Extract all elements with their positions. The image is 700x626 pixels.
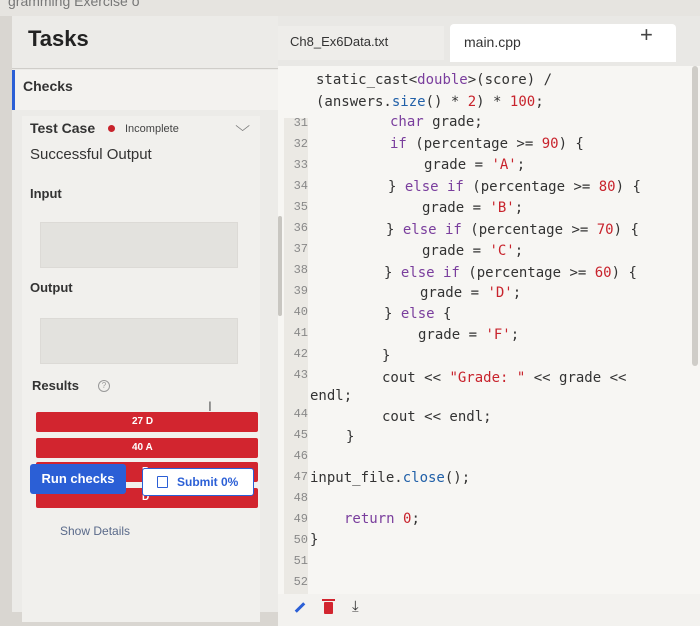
line-number: 33 [293,158,308,172]
results-label: Results [32,378,79,393]
run-checks-button[interactable]: Run checks [30,464,126,494]
line-number: 50 [293,533,308,547]
code-line: } else if (percentage >= 60) { [384,265,637,281]
line-number: 36 [293,221,308,235]
line-number: 40 [293,305,308,319]
line-number: 52 [293,575,308,589]
line-number: 38 [293,263,308,277]
checks-tab[interactable]: Checks [12,70,278,110]
code-line: } [346,429,355,445]
tasks-panel: Tasks Checks Test Case Incomplete ⌵ Succ… [12,16,278,622]
tab-data-file[interactable]: Ch8_Ex6Data.txt [278,26,444,60]
input-box [40,222,238,268]
line-number: 47 [293,470,308,484]
code-line: input_file.close(); [310,470,471,486]
document-icon [157,476,168,488]
result-text: 27 D [132,416,154,427]
code-line: cout << endl; [382,409,492,425]
code-panel: Ch8_Ex6Data.txt main.cpp + static_cast<d… [278,16,700,626]
line-number: 41 [293,326,308,340]
partial-title: gramming Exercise o [8,0,140,9]
line-number: 35 [293,200,308,214]
output-box [40,318,238,364]
line-number: 39 [293,284,308,298]
code-line: } else if (percentage >= 80) { [388,179,641,195]
code-line: grade = 'C'; [422,243,524,259]
code-line: } [382,348,391,364]
tab-label: main.cpp [464,34,521,50]
code-line: (answers.size() * 2) * 100; [316,94,544,110]
line-number: 34 [293,179,308,193]
result-bar: 40 A [36,438,258,458]
scrollbar[interactable] [692,66,698,366]
line-number: 46 [293,449,308,463]
line-number: 42 [293,347,308,361]
status-badge: Incomplete [125,123,179,135]
scrollbar[interactable] [278,216,282,316]
code-line: if (percentage >= 90) { [390,136,584,152]
submit-label: Submit 0% [177,475,239,489]
line-number: 48 [293,491,308,505]
result-text: 40 A [132,442,153,453]
line-number: 49 [293,512,308,526]
trash-icon[interactable] [322,599,335,614]
editor-toolbar: ⤓ [278,594,700,626]
code-line: grade = 'D'; [420,285,522,301]
code-line: grade = 'A'; [424,157,526,173]
status-dot-icon [108,125,115,132]
pencil-icon[interactable] [294,602,306,613]
output-label: Output [30,280,73,295]
code-line: } else if (percentage >= 70) { [386,222,639,238]
line-number: 51 [293,554,308,568]
code-line: return 0; [344,511,420,527]
tasks-title: Tasks [28,26,89,51]
submit-button[interactable]: Submit 0% [142,468,254,496]
code-line: grade = 'F'; [418,327,520,343]
test-case-subtitle: Successful Output [30,146,152,163]
checks-label: Checks [23,78,73,94]
line-number: 31 [293,116,308,130]
line-number: 43 [293,368,308,382]
test-case-card: Test Case Incomplete ⌵ Successful Output… [22,116,260,622]
code-line: static_cast<double>(score) / [316,72,553,88]
code-line: endl; [310,388,353,404]
tab-label: Ch8_Ex6Data.txt [290,34,389,49]
code-line: grade = 'B'; [422,200,524,216]
download-icon[interactable]: ⤓ [352,598,359,615]
result-bar: 27 D [36,412,258,432]
code-editor[interactable]: static_cast<double>(score) / (answers.si… [278,66,700,626]
code-line: } else { [384,306,452,322]
tab-bar: Ch8_Ex6Data.txt main.cpp + [278,16,700,66]
add-file-icon[interactable]: + [640,22,653,48]
line-number: 44 [293,407,308,421]
show-details-link[interactable]: Show Details [60,524,130,538]
code-line: char grade; [390,114,483,130]
help-icon[interactable]: ? [98,380,110,392]
browser-title-strip: gramming Exercise o [0,0,700,16]
line-number: 37 [293,242,308,256]
line-number: 32 [293,137,308,151]
code-line: cout << "Grade: " << grade << [382,370,627,386]
chevron-down-icon[interactable]: ⌵ [235,118,250,135]
code-line: } [310,532,319,548]
line-number: 45 [293,428,308,442]
input-label: Input [30,186,62,201]
test-case-label: Test Case [30,120,96,136]
divider [12,68,278,69]
